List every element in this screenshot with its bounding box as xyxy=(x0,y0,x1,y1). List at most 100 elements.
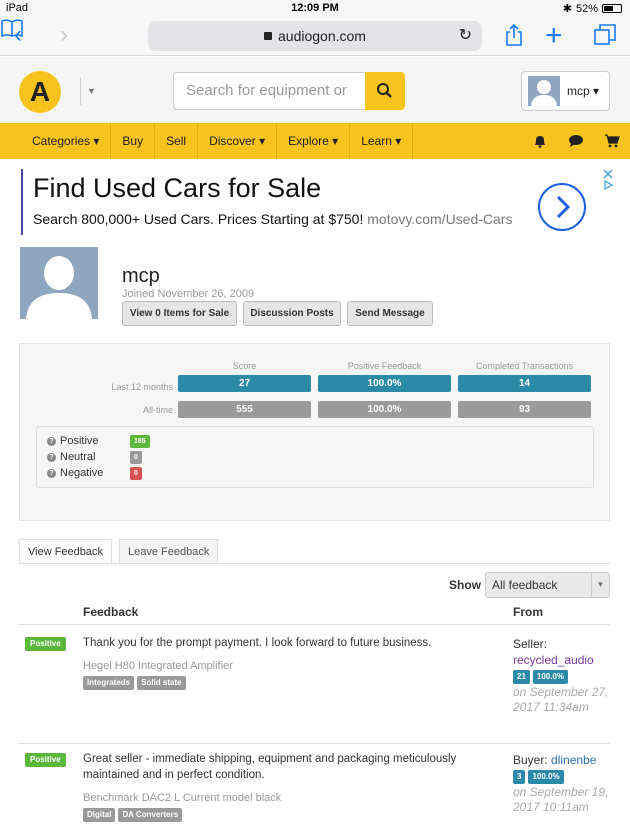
row-label-all-time: All-time xyxy=(142,405,173,415)
reload-icon[interactable]: ↻ xyxy=(459,21,472,51)
battery-status: ✱ 52% xyxy=(563,2,622,15)
feedback-stats-panel: Score Positive Feedback Completed Transa… xyxy=(19,343,610,521)
user-menu-name: mcp ▾ xyxy=(567,84,600,98)
user-score-badge: 3 xyxy=(513,770,526,784)
item-tags: Digital DA Converters xyxy=(83,808,183,822)
site-header: A ▼ Search for equipment or mcp ▾ xyxy=(0,57,630,123)
bluetooth-icon: ✱ xyxy=(562,3,572,15)
nav-discover[interactable]: Discover ▾ xyxy=(198,123,278,159)
from-column-header: From xyxy=(513,605,543,619)
main-nav: Categories ▾ Buy Sell Discover ▾ Explore… xyxy=(0,123,630,159)
rating-negative-label: ? Negative xyxy=(47,467,103,479)
tag[interactable]: Digital xyxy=(83,808,116,822)
nav-explore[interactable]: Explore ▾ xyxy=(277,123,351,159)
table-row: Positive Thank you for the prompt paymen… xyxy=(19,625,611,744)
person-silhouette-icon xyxy=(26,256,92,319)
transactions-last-12: 14 xyxy=(458,375,591,392)
chevron-right-icon xyxy=(556,195,571,219)
feedback-date: on September 27, 2017 11:34am xyxy=(513,685,609,714)
audiogon-logo[interactable]: A xyxy=(19,71,61,113)
positive-all-time: 100.0% xyxy=(318,401,451,418)
back-chevron-icon[interactable]: ‹ xyxy=(14,22,22,48)
table-row: Positive Great seller - immediate shippi… xyxy=(19,744,611,840)
profile-avatar xyxy=(20,247,98,319)
messages-bubble-icon[interactable] xyxy=(558,123,594,159)
user-menu-button[interactable]: mcp ▾ xyxy=(521,71,610,111)
ad-banner[interactable]: Find Used Cars for Sale Search 800,000+ … xyxy=(21,169,614,235)
forward-chevron-icon[interactable]: › xyxy=(60,22,68,48)
user-score-badge: 21 xyxy=(513,670,530,684)
view-items-for-sale-button[interactable]: View 0 Items for Sale xyxy=(122,301,237,326)
score-last-12: 27 xyxy=(178,375,311,392)
positive-last-12: 100.0% xyxy=(318,375,451,392)
profile-name: mcp xyxy=(122,265,160,287)
nav-learn[interactable]: Learn ▾ xyxy=(350,123,414,159)
col-positive-feedback: Positive Feedback xyxy=(347,361,422,371)
nav-buy[interactable]: Buy xyxy=(111,123,156,159)
nav-categories[interactable]: Categories ▾ xyxy=(0,123,112,159)
clock: 12:09 PM xyxy=(291,2,339,14)
positive-badge: Positive xyxy=(25,637,66,651)
logo-menu-caret-icon[interactable]: ▼ xyxy=(80,77,102,105)
tab-divider xyxy=(19,563,611,564)
feedback-text: Great seller - immediate shipping, equip… xyxy=(83,753,457,781)
score-all-time: 555 xyxy=(178,401,311,418)
help-icon[interactable]: ? xyxy=(47,468,56,478)
rating-positive-count: 185 xyxy=(130,435,150,448)
status-bar: iPad 12:09 PM ✱ 52% xyxy=(0,0,630,18)
ad-subtitle: Search 800,000+ Used Cars. Prices Starti… xyxy=(33,211,513,227)
feedback-date: on September 19, 2017 10:11am xyxy=(513,785,609,814)
search-button[interactable] xyxy=(365,72,405,110)
search-input[interactable]: Search for equipment or xyxy=(173,72,365,110)
person-silhouette-icon xyxy=(531,80,557,106)
new-tab-icon[interactable]: + xyxy=(545,19,563,53)
feedback-column-header: Feedback xyxy=(83,605,139,619)
share-icon[interactable] xyxy=(505,23,523,47)
address-bar[interactable]: audiogon.com ↻ xyxy=(148,21,482,51)
from-role: Buyer: xyxy=(513,753,548,767)
help-icon[interactable]: ? xyxy=(47,436,56,446)
feedback-item-name[interactable]: Benchmark DAC2 L Current model black xyxy=(83,792,281,804)
user-avatar xyxy=(528,76,560,106)
ad-domain: motovy.com/Used-Cars xyxy=(367,211,513,227)
rating-neutral-count: 0 xyxy=(130,451,142,464)
cart-icon[interactable] xyxy=(594,123,630,159)
chevron-down-icon: ▼ xyxy=(591,573,609,597)
tag[interactable]: Integrateds xyxy=(83,676,135,690)
from-role: Seller: xyxy=(513,637,548,651)
feedback-filter-select[interactable]: All feedback ▼ xyxy=(485,572,610,598)
tab-leave-feedback[interactable]: Leave Feedback xyxy=(119,539,219,564)
row-label-last-12-months: Last 12 months xyxy=(111,382,173,392)
rating-positive-label: ? Positive xyxy=(47,435,99,447)
tab-view-feedback[interactable]: View Feedback xyxy=(19,539,113,564)
ad-choices-icon[interactable] xyxy=(603,169,614,191)
item-tags: Integrateds Solid state xyxy=(83,676,186,690)
ad-title[interactable]: Find Used Cars for Sale xyxy=(33,173,321,204)
tag[interactable]: DA Converters xyxy=(118,808,183,822)
from-user-link[interactable]: dlinenbe xyxy=(551,753,596,767)
battery-percent: 52% xyxy=(575,2,598,15)
feedback-from: Buyer: dlinenbe 3 100.0% on September 19… xyxy=(513,752,611,815)
battery-icon xyxy=(602,4,622,13)
browser-toolbar: ‹ › audiogon.com ↻ + xyxy=(0,18,630,56)
show-filter-label: Show xyxy=(449,578,481,592)
from-user-link[interactable]: recycled_audio xyxy=(513,652,611,668)
url-text: audiogon.com xyxy=(278,28,366,44)
send-message-button[interactable]: Send Message xyxy=(347,301,433,326)
nav-sell[interactable]: Sell xyxy=(155,123,199,159)
discussion-posts-button[interactable]: Discussion Posts xyxy=(243,301,341,326)
tabs-icon[interactable] xyxy=(594,24,616,46)
rating-breakdown: ? Positive 185 ? Neutral 0 ? Negative 0 xyxy=(36,426,594,488)
feedback-item-name[interactable]: Hegel H80 Integrated Amplifier xyxy=(83,660,233,672)
feedback-text: Thank you for the prompt payment. I look… xyxy=(83,637,432,649)
notifications-bell-icon[interactable] xyxy=(522,123,558,159)
feedback-from: Seller: recycled_audio 21 100.0% on Sept… xyxy=(513,636,611,715)
rating-negative-count: 0 xyxy=(130,467,142,480)
tag[interactable]: Solid state xyxy=(137,676,186,690)
from-role-line: Buyer: dlinenbe xyxy=(513,752,611,768)
help-icon[interactable]: ? xyxy=(47,452,56,462)
col-completed-transactions: Completed Transactions xyxy=(475,361,574,371)
positive-badge: Positive xyxy=(25,753,66,767)
profile-joined-date: Joined November 26, 2009 xyxy=(122,288,255,300)
ad-arrow-button[interactable] xyxy=(538,183,586,231)
